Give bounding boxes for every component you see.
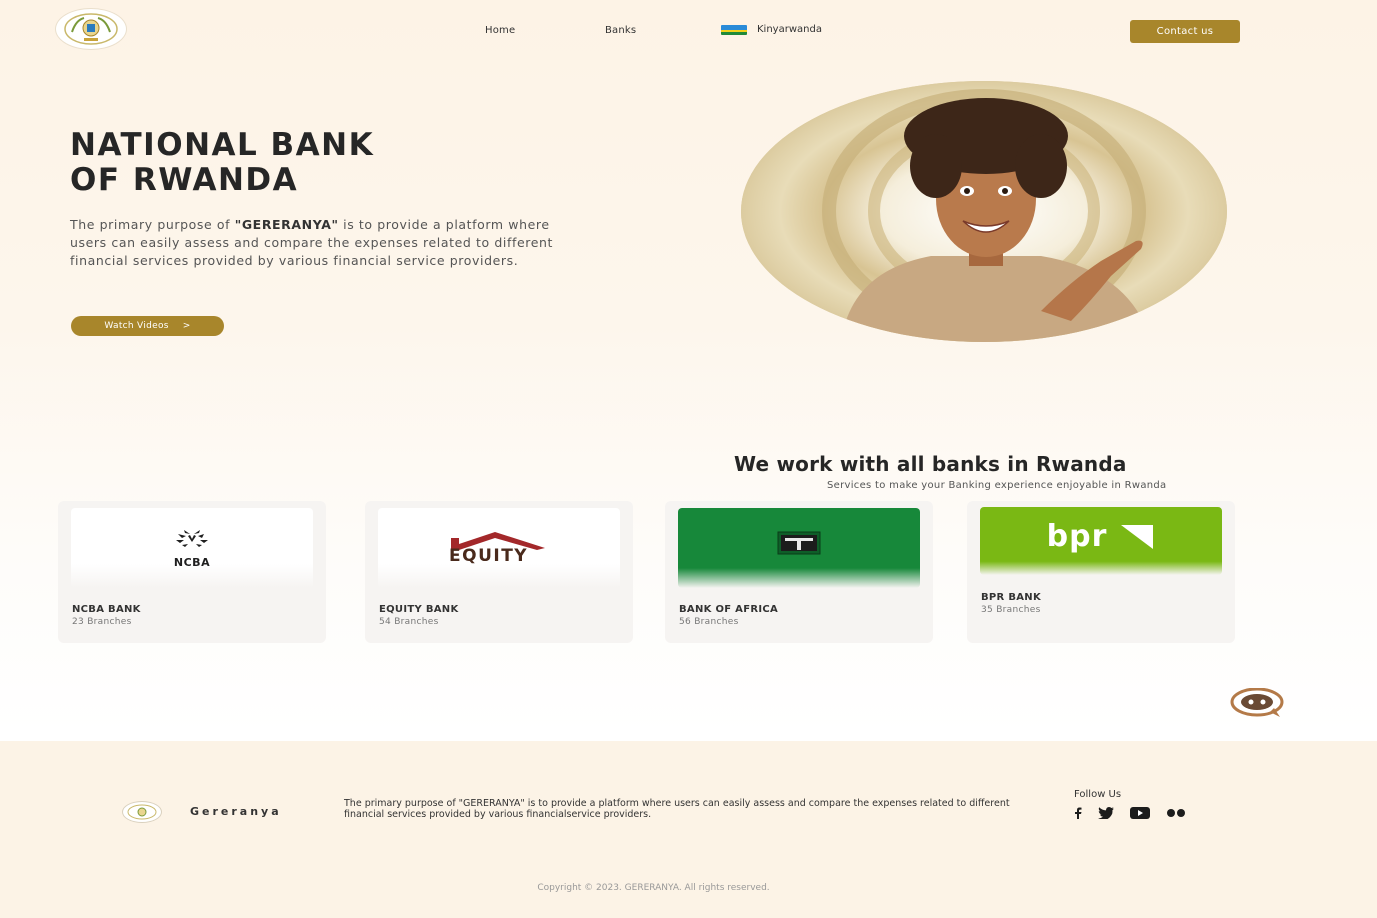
bpr-arrow-icon [1121, 525, 1154, 549]
bank-name: NCBA BANK [72, 604, 141, 615]
footer: Gereranya The primary purpose of "GERERA… [0, 741, 1377, 918]
bank-branches: 35 Branches [981, 605, 1041, 615]
banks-section-subtitle: Services to make your Banking experience… [827, 480, 1167, 491]
bank-branches: 54 Branches [379, 617, 439, 627]
bank-branches: 56 Branches [679, 617, 739, 627]
follow-us-title: Follow Us [1074, 789, 1122, 800]
chevron-right-icon: > [182, 321, 191, 331]
hero-title: NATIONAL BANK OF RWANDA [70, 128, 530, 198]
contact-us-button[interactable]: Contact us [1130, 20, 1240, 43]
bank-card-bank-of-africa[interactable]: BANK OF AFRICA 56 Branches [665, 501, 933, 643]
hero-description: The primary purpose of "GERERANYA" is to… [70, 217, 554, 268]
hero-title-line2: OF RWANDA [70, 162, 299, 198]
rwanda-flag-icon [721, 24, 747, 35]
national-bank-logo[interactable] [56, 9, 126, 49]
boa-emblem-icon [777, 531, 821, 555]
watch-videos-button[interactable]: Watch Videos > [71, 316, 224, 336]
ncba-tree-icon [176, 529, 208, 554]
flickr-icon[interactable] [1166, 808, 1186, 818]
social-links [1074, 807, 1186, 819]
bank-name: EQUITY BANK [379, 604, 459, 615]
copyright-text: Copyright © 2023. GERERANYA. All rights … [537, 883, 770, 893]
language-selector[interactable]: Kinyarwanda [721, 24, 822, 35]
hero-title-line1: NATIONAL BANK [70, 127, 375, 163]
chat-bot-icon[interactable] [1230, 687, 1284, 718]
twitter-icon[interactable] [1098, 807, 1114, 819]
footer-logo[interactable] [123, 802, 161, 822]
footer-brand: Gereranya [190, 805, 282, 818]
bank-branches: 23 Branches [72, 617, 132, 627]
bank-card-equity[interactable]: EQUITY EQUITY BANK 54 Branches [365, 501, 633, 643]
bank-of-africa-logo [678, 508, 920, 588]
language-label: Kinyarwanda [757, 24, 822, 35]
bpr-logo: bpr [980, 507, 1222, 575]
ncba-logo: NCBA [71, 508, 313, 588]
equity-logo: EQUITY [378, 508, 620, 588]
bank-name: BPR BANK [981, 592, 1042, 603]
youtube-icon[interactable] [1130, 807, 1150, 819]
bank-card-ncba[interactable]: NCBA NCBA BANK 23 Branches [58, 501, 326, 643]
bank-name: BANK OF AFRICA [679, 604, 779, 615]
hero-image [741, 81, 1227, 342]
bank-card-bpr[interactable]: bpr BPR BANK 35 Branches [967, 501, 1235, 643]
banks-section-title: We work with all banks in Rwanda [734, 452, 1127, 476]
footer-description: The primary purpose of "GERERANYA" is to… [344, 798, 1010, 820]
facebook-icon[interactable] [1074, 807, 1082, 819]
nav-banks[interactable]: Banks [605, 25, 636, 36]
nav-home[interactable]: Home [485, 25, 515, 36]
